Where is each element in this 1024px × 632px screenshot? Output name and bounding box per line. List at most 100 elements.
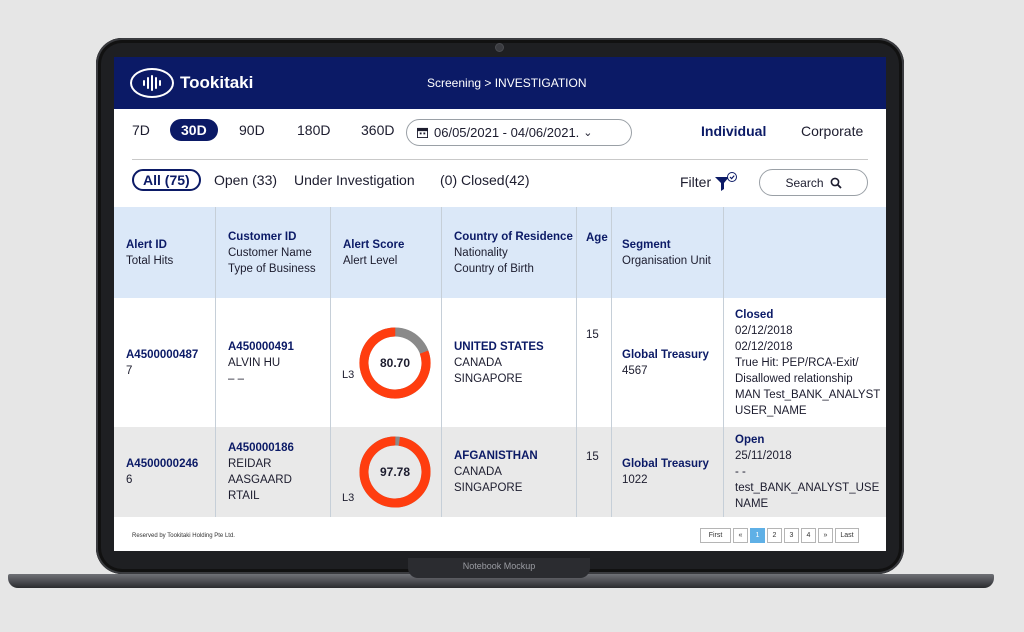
header-alert-id[interactable]: Alert ID Total Hits xyxy=(114,207,216,298)
header-sub: Country of Birth xyxy=(454,262,534,275)
status-detail: 02/12/2018 xyxy=(735,340,793,353)
filter-button[interactable]: Filter xyxy=(680,172,739,192)
camera-icon xyxy=(495,43,504,52)
country-residence: AFGANISTHAN xyxy=(454,450,538,462)
brand-logo[interactable]: Tookitaki xyxy=(130,68,253,98)
page-1[interactable]: 1 xyxy=(750,528,765,543)
alert-id[interactable]: A4500000487 xyxy=(126,347,215,363)
country-cell: UNITED STATES CANADA SINGAPORE xyxy=(442,298,577,427)
business-type: – – xyxy=(228,372,244,385)
period-30d[interactable]: 30D xyxy=(170,119,218,141)
nationality: CANADA xyxy=(454,466,502,478)
customer-id[interactable]: A450000491 xyxy=(228,339,330,355)
table-row[interactable]: A4500000487 7 A450000491 ALVIN HU – – 80… xyxy=(114,298,886,427)
status-detail: True Hit: PEP/RCA-Exit/ xyxy=(735,356,859,369)
date-range-value: 06/05/2021 - 04/06/2021. xyxy=(434,125,580,140)
laptop-label: Notebook Mockup xyxy=(408,558,590,578)
header-sub: Organisation Unit xyxy=(622,254,711,267)
status-detail: test_BANK_ANALYST_USE xyxy=(735,482,880,494)
tab-individual[interactable]: Individual xyxy=(701,123,766,139)
header-sub: Total Hits xyxy=(126,254,174,267)
score-value: 97.78 xyxy=(379,465,411,479)
alert-score-cell: 97.78 L3 xyxy=(331,427,442,517)
period-7d[interactable]: 7D xyxy=(132,122,150,138)
chevron-down-icon: ⌄ xyxy=(583,127,593,139)
date-range-picker[interactable]: 06/05/2021 - 04/06/2021. ⌄ xyxy=(406,119,632,146)
status-under-investigation[interactable]: Under Investigation xyxy=(294,172,415,188)
segment: Global Treasury xyxy=(622,458,709,470)
alert-id-cell: A4500000487 7 xyxy=(114,298,216,427)
app-screen: Tookitaki Screening > INVESTIGATION 7D 3… xyxy=(114,57,886,551)
page-next[interactable]: » xyxy=(818,528,833,543)
age: 15 xyxy=(586,329,599,341)
header-sub: Customer Name xyxy=(228,246,312,259)
customer-id[interactable]: A450000186 xyxy=(228,440,330,456)
footer: Reserved by Tookitaki Holding Pte Ltd. F… xyxy=(114,522,886,551)
alert-level: L3 xyxy=(342,492,355,504)
status-label: Closed xyxy=(735,308,774,321)
tab-corporate[interactable]: Corporate xyxy=(801,123,863,139)
page-prev[interactable]: « xyxy=(733,528,748,543)
header-sub: Type of Business xyxy=(228,262,316,275)
status-open[interactable]: Open (33) xyxy=(214,172,277,188)
segment-cell: Global Treasury 1022 xyxy=(612,427,724,517)
total-hits: 7 xyxy=(126,364,133,377)
header-main: Alert Score xyxy=(343,238,405,251)
segment: Global Treasury xyxy=(622,348,709,361)
org-unit: 1022 xyxy=(622,474,648,486)
alert-level: L3 xyxy=(342,369,355,381)
period-90d[interactable]: 90D xyxy=(239,122,265,138)
customer-name: ALVIN HU xyxy=(228,356,281,369)
search-icon xyxy=(830,177,842,189)
header-alert-score[interactable]: Alert Score Alert Level xyxy=(331,207,442,298)
status-detail: 02/12/2018 xyxy=(735,324,793,337)
header-age[interactable]: Age xyxy=(577,207,612,298)
country-residence: UNITED STATES xyxy=(454,340,544,353)
header-customer[interactable]: Customer ID Customer Name Type of Busine… xyxy=(216,207,331,298)
header-main: Alert ID xyxy=(126,238,167,251)
header-main: Country of Residence xyxy=(454,230,573,243)
copyright: Reserved by Tookitaki Holding Pte Ltd. xyxy=(132,533,235,539)
period-selector: 7D 30D 90D 180D 360D 06/05/2021 - 04/06/… xyxy=(114,119,886,149)
header-main: Customer ID xyxy=(228,230,297,243)
status-detail: - - xyxy=(735,466,746,478)
score-value: 80.70 xyxy=(379,355,411,370)
header-status xyxy=(724,207,886,298)
header-country[interactable]: Country of Residence Nationality Country… xyxy=(442,207,577,298)
age-cell: 15 xyxy=(577,427,612,517)
status-detail: Disallowed relationship xyxy=(735,372,853,385)
table-row[interactable]: A4500000246 6 A450000186 REIDAR AASGAARD… xyxy=(114,427,886,517)
customer-name: REIDAR AASGAARD xyxy=(228,458,292,486)
status-label: Open xyxy=(735,434,765,446)
top-bar: Tookitaki Screening > INVESTIGATION xyxy=(114,57,886,109)
alert-score-cell: 80.70 L3 xyxy=(331,298,442,427)
alert-id[interactable]: A4500000246 xyxy=(126,456,215,472)
page-first[interactable]: First xyxy=(700,528,731,543)
page-last[interactable]: Last xyxy=(835,528,859,543)
page-4[interactable]: 4 xyxy=(801,528,816,543)
eye-logo-icon xyxy=(130,68,174,98)
age: 15 xyxy=(586,451,599,463)
org-unit: 4567 xyxy=(622,364,648,377)
period-180d[interactable]: 180D xyxy=(297,122,330,138)
header-segment[interactable]: Segment Organisation Unit xyxy=(612,207,724,298)
status-detail: NAME xyxy=(735,498,769,510)
alert-id-cell: A4500000246 6 xyxy=(114,427,216,517)
period-360d[interactable]: 360D xyxy=(361,122,394,138)
header-sub: Nationality xyxy=(454,246,508,259)
status-cell: Closed 02/12/2018 02/12/2018 True Hit: P… xyxy=(724,298,886,427)
search-button[interactable]: Search xyxy=(759,169,868,196)
header-sub: Alert Level xyxy=(343,254,398,267)
status-all[interactable]: All (75) xyxy=(132,169,201,191)
status-closed[interactable]: (0) Closed(42) xyxy=(440,172,529,188)
business-type: RTAIL xyxy=(228,490,260,502)
page-2[interactable]: 2 xyxy=(767,528,782,543)
filter-icon xyxy=(715,172,738,191)
status-filter-row: All (75) Open (33) Under Investigation (… xyxy=(114,169,886,197)
brand-name: Tookitaki xyxy=(180,73,254,92)
page-3[interactable]: 3 xyxy=(784,528,799,543)
customer-cell: A450000491 ALVIN HU – – xyxy=(216,298,331,427)
age-cell: 15 xyxy=(577,298,612,427)
breadcrumb[interactable]: Screening > INVESTIGATION xyxy=(427,76,587,90)
country-cell: AFGANISTHAN CANADA SINGAPORE xyxy=(442,427,577,517)
